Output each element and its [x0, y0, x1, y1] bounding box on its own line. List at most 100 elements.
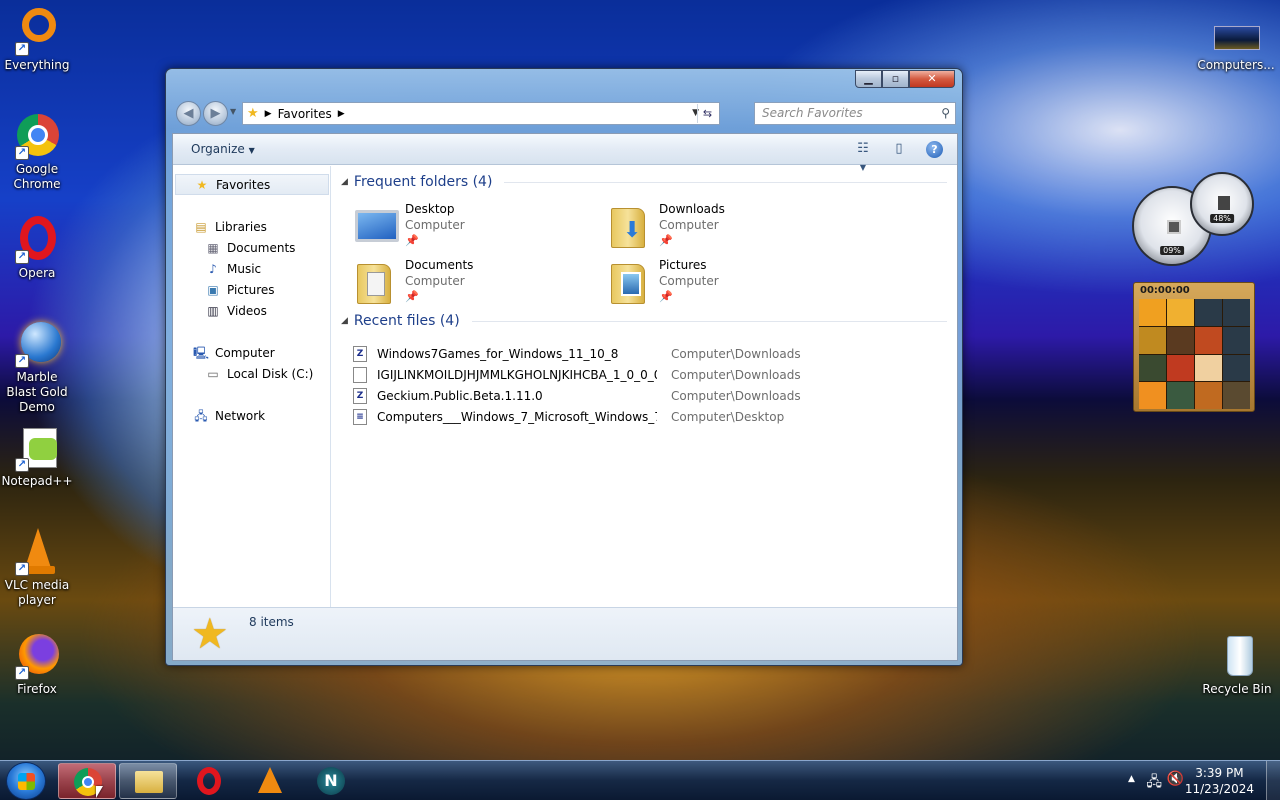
clock[interactable]: 3:39 PM 11/23/2024 [1185, 765, 1254, 797]
nav-item-network[interactable]: 🖧 Network [193, 407, 265, 425]
taskbar-chrome[interactable] [58, 763, 116, 799]
folder-icon [135, 771, 163, 793]
taskbar-explorer[interactable] [119, 763, 177, 799]
nav-item-documents[interactable]: ▦ Documents [205, 239, 295, 257]
tile-name: Documents [405, 258, 474, 272]
text-file-icon: ≡ [353, 409, 367, 425]
nav-item-computer[interactable]: 🖳 Computer [193, 344, 275, 362]
organize-button[interactable]: Organize ▼ [191, 142, 255, 156]
network-tray-icon[interactable]: 🖧 [1146, 771, 1162, 795]
desktop-icon-opera[interactable]: ↗ Opera [0, 216, 74, 281]
notepad-plus-plus-icon: ↗ [13, 424, 61, 472]
desktop-icon-label: Opera [18, 266, 56, 280]
favorites-star-icon: ★ [191, 609, 229, 658]
memory-meter-gadget[interactable]: 48% [1190, 172, 1254, 236]
desktop-icon-google-chrome[interactable]: ↗ Google Chrome [0, 112, 74, 192]
desktop-icon-vlc[interactable]: ↗ VLC media player [0, 528, 74, 608]
explorer-pane: Organize ▼ ☷ ▼ ▯ ? ★ Favorites ▤ Librari… [172, 133, 958, 661]
nav-item-libraries[interactable]: ▤ Libraries [193, 218, 267, 236]
breadcrumb-separator-icon[interactable]: ▶ [265, 109, 272, 119]
breadcrumb-favorites[interactable]: Favorites [278, 107, 332, 121]
pin-icon: 📌 [659, 290, 673, 303]
desktop-icon-everything[interactable]: ↗ Everything [0, 8, 74, 73]
tile-location: Computer [405, 274, 465, 288]
favorites-star-icon: ★ [247, 106, 259, 121]
recent-file-row[interactable]: Z Windows7Games_for_Windows_11_10_8 Comp… [353, 345, 953, 365]
volume-muted-icon[interactable]: 🔇 [1167, 771, 1184, 787]
clock-time: 3:39 PM [1195, 766, 1244, 780]
picture-puzzle-gadget[interactable]: 00:00:00 [1133, 282, 1255, 412]
opera-icon: ↗ [13, 216, 61, 264]
recent-file-row[interactable]: Z Geckium.Public.Beta.1.11.0 Computer\Do… [353, 387, 953, 407]
nav-label: Favorites [216, 177, 271, 192]
nav-item-favorites[interactable]: ★ Favorites [175, 174, 329, 195]
vlc-cone-icon: ↗ [13, 528, 61, 576]
music-icon: ♪ [209, 262, 217, 276]
nav-label: Local Disk (C:) [227, 367, 314, 381]
nav-item-local-disk[interactable]: ▭ Local Disk (C:) [205, 365, 313, 383]
file-path: Computer\Downloads [671, 368, 801, 382]
frequent-folders-heading[interactable]: ◢ Frequent folders (4) [341, 174, 947, 190]
file-path: Computer\Downloads [671, 347, 801, 361]
nav-item-music[interactable]: ♪ Music [205, 260, 261, 278]
cpu-gauge-center-icon [1167, 220, 1181, 234]
collapse-arrow-icon[interactable]: ◢ [341, 316, 348, 326]
tile-desktop[interactable]: Desktop Computer 📌 [353, 202, 593, 252]
search-icon[interactable]: ⚲ [941, 103, 950, 124]
navigation-bar: ◀ ▶ ▼ ★ ▶ Favorites ▶ ▼ ⇆ Search Favorit… [172, 101, 956, 127]
close-button[interactable]: ✕ [909, 70, 955, 88]
show-hidden-icons-icon[interactable]: ▲ [1128, 774, 1135, 784]
recent-files-heading[interactable]: ◢ Recent files (4) [341, 313, 947, 329]
desktop-icon-computers-wallpaper[interactable]: Computers... [1196, 20, 1276, 73]
tile-location: Computer [659, 274, 719, 288]
preview-pane-icon[interactable]: ▯ [890, 140, 908, 158]
minimize-button[interactable]: ▁ [855, 70, 882, 88]
nav-label: Documents [227, 241, 296, 255]
search-box[interactable]: Search Favorites ⚲ [754, 102, 956, 125]
desktop-icon-label: VLC media player [4, 578, 70, 607]
desktop-icon-marble-blast[interactable]: ↗ Marble Blast Gold Demo [0, 320, 74, 415]
taskbar-vlc[interactable] [241, 763, 299, 799]
chrome-icon: ↗ [13, 112, 61, 160]
nav-item-pictures[interactable]: ▣ Pictures [205, 281, 274, 299]
desktop-icon-label: Google Chrome [13, 162, 61, 191]
desktop-icon-notepad-plus-plus[interactable]: ↗ Notepad++ [0, 424, 74, 489]
search-input[interactable]: Search Favorites [762, 106, 863, 120]
maximize-button[interactable]: ▫ [882, 70, 909, 88]
tile-downloads[interactable]: ⬇ Downloads Computer 📌 [607, 202, 847, 252]
item-count: 8 items [249, 615, 294, 629]
vlc-cone-icon [258, 767, 282, 793]
refresh-button[interactable]: ⇆ [697, 104, 717, 123]
explorer-window[interactable]: ▁ ▫ ✕ ◀ ▶ ▼ ★ ▶ Favorites ▶ ▼ ⇆ Search F… [165, 68, 963, 666]
nav-item-videos[interactable]: ▥ Videos [205, 302, 267, 320]
collapse-arrow-icon[interactable]: ◢ [341, 177, 348, 187]
desktop-icon-firefox[interactable]: ↗ Firefox [0, 632, 74, 697]
clock-date: 11/23/2024 [1184, 782, 1254, 796]
forward-button[interactable]: ▶ [203, 101, 228, 126]
puzzle-grid[interactable] [1139, 299, 1250, 409]
breadcrumb-chevron-icon[interactable]: ▶ [338, 109, 345, 119]
view-options-icon[interactable]: ☷ ▼ [854, 140, 872, 172]
details-pane: ★ 8 items [173, 607, 957, 660]
tile-pictures[interactable]: Pictures Computer 📌 [607, 258, 847, 308]
start-button[interactable] [6, 762, 46, 800]
netscape-icon: N [317, 767, 345, 795]
navigation-pane: ★ Favorites ▤ Libraries ▦ Documents ♪ Mu… [173, 166, 331, 608]
tile-location: Computer [659, 218, 719, 232]
desktop-icon-recycle-bin[interactable]: Recycle Bin [1198, 632, 1276, 697]
address-bar[interactable]: ★ ▶ Favorites ▶ ▼ ⇆ [242, 102, 720, 125]
recent-file-row[interactable]: IGIJLINKMOILDJHJMMLKGHOLNJKIHCBA_1_0_0_0… [353, 366, 953, 386]
tile-documents[interactable]: Documents Computer 📌 [353, 258, 593, 308]
pin-icon: 📌 [659, 234, 673, 247]
videos-icon: ▥ [207, 304, 219, 318]
favorites-star-icon: ★ [196, 177, 208, 192]
taskbar-netscape[interactable]: N [302, 763, 360, 799]
recent-pages-chevron-icon[interactable]: ▼ [230, 107, 236, 116]
show-desktop-button[interactable] [1266, 761, 1280, 800]
recent-file-row[interactable]: ≡ Computers___Windows_7_Microsoft_Window… [353, 408, 953, 428]
help-icon[interactable]: ? [926, 140, 943, 158]
memory-percent: 48% [1210, 214, 1234, 223]
taskbar-opera[interactable] [180, 763, 238, 799]
back-button[interactable]: ◀ [176, 101, 201, 126]
monitor-icon [353, 204, 401, 248]
